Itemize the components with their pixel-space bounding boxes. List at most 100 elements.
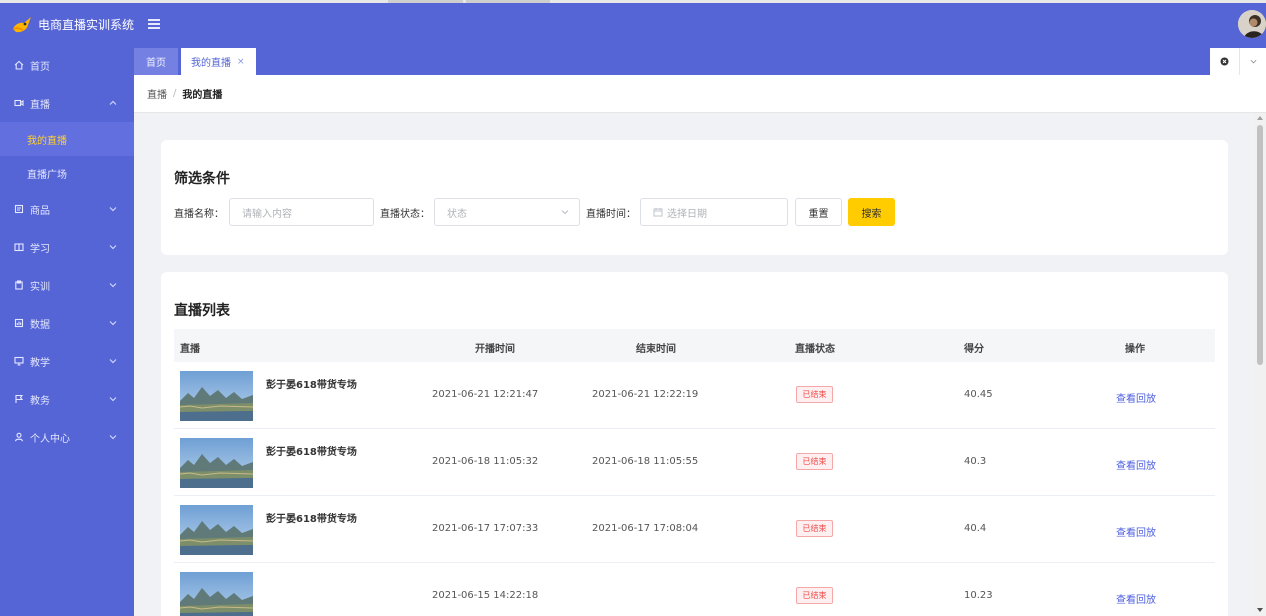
data-chart-icon (13, 317, 25, 329)
live-cover-image[interactable] (180, 371, 253, 421)
status-label: 直播状态： (380, 209, 430, 220)
breadcrumb-parent[interactable]: 直播 (147, 86, 167, 101)
sidebar-item-label: 实训 (30, 281, 50, 293)
tab-tools (1210, 48, 1266, 75)
app-logo-icon (12, 16, 31, 32)
logo-area[interactable]: 电商直播实训系统 (0, 3, 134, 46)
sidebar-item-goods[interactable]: 商品 (0, 190, 134, 228)
status-badge: 已结束 (796, 587, 833, 604)
live-cover-image[interactable] (180, 505, 253, 555)
chevron-down-icon (109, 205, 117, 213)
sidebar-item-label: 首页 (30, 61, 50, 73)
sidebar-item-home[interactable]: 首页 (0, 46, 134, 84)
chevron-up-icon (109, 99, 117, 107)
sidebar-item-label: 个人中心 (30, 433, 70, 445)
live-name-input[interactable]: 请输入内容 (229, 198, 374, 226)
monitor-icon (13, 355, 25, 367)
chevron-down-icon (109, 433, 117, 441)
sidebar-item-academic[interactable]: 教务 (0, 380, 134, 418)
status-badge: 已结束 (796, 520, 833, 537)
live-name: 彭于晏618带货专场 (266, 380, 357, 391)
score: 10.23 (964, 590, 993, 601)
live-cover-image[interactable] (180, 572, 253, 616)
col-action: 操作 (1125, 344, 1145, 355)
date-picker[interactable]: 选择日期 (640, 198, 788, 226)
scrollbar[interactable] (1254, 113, 1266, 616)
close-tabs-button[interactable] (1210, 48, 1240, 75)
score: 40.45 (964, 389, 993, 400)
book-icon (13, 241, 25, 253)
start-time: 2021-06-17 17:07:33 (432, 523, 539, 534)
close-circle-icon (1220, 57, 1229, 66)
sidebar-item-personal[interactable]: 个人中心 (0, 418, 134, 456)
tabs-bar: 首页 我的直播 × (134, 46, 1266, 75)
search-button[interactable]: 搜索 (848, 198, 895, 226)
sidebar-item-teaching[interactable]: 教学 (0, 342, 134, 380)
time-label: 直播时间： (586, 209, 636, 220)
view-replay-link[interactable]: 查看回放 (1116, 591, 1156, 606)
sidebar: 电商直播实训系统 首页 直播 我的直播 直播广场 商品 学习 实训 数据 教学 … (0, 3, 134, 616)
filter-title: 筛选条件 (174, 171, 230, 187)
breadcrumb-separator: / (173, 88, 177, 99)
sidebar-item-label: 数据 (30, 319, 50, 331)
live-name: 彭于晏618带货专场 (266, 447, 357, 458)
tab-my-live[interactable]: 我的直播 × (181, 48, 256, 75)
name-label: 直播名称： (174, 209, 224, 220)
start-time: 2021-06-21 12:21:47 (432, 389, 539, 400)
status-badge: 已结束 (796, 453, 833, 470)
chevron-down-icon (109, 243, 117, 251)
sidebar-item-study[interactable]: 学习 (0, 228, 134, 266)
col-status: 直播状态 (795, 344, 835, 355)
sidebar-item-live[interactable]: 直播 (0, 84, 134, 122)
start-time: 2021-06-18 11:05:32 (432, 456, 539, 467)
view-replay-link[interactable]: 查看回放 (1116, 524, 1156, 539)
tabs-dropdown-button[interactable] (1240, 48, 1266, 75)
list-title: 直播列表 (174, 303, 230, 319)
tab-home[interactable]: 首页 (134, 48, 178, 75)
breadcrumb-current: 我的直播 (182, 90, 223, 101)
score: 40.4 (964, 523, 987, 534)
col-score: 得分 (964, 344, 984, 355)
main-content: 筛选条件 直播名称： 请输入内容 直播状态： 状态 直播时间： 选择日期 重置 … (134, 113, 1254, 616)
live-name-placeholder: 请输入内容 (242, 208, 292, 220)
reset-button[interactable]: 重置 (795, 198, 842, 226)
sidebar-item-my-live[interactable]: 我的直播 (0, 122, 134, 156)
scroll-up-icon[interactable] (1257, 116, 1263, 120)
avatar[interactable] (1238, 10, 1266, 38)
clipboard-icon (13, 279, 25, 291)
col-start-time: 开播时间 (475, 344, 515, 355)
col-live: 直播 (180, 344, 200, 355)
menu-toggle-icon[interactable] (148, 19, 160, 29)
table-row: 彭于晏618带货专场 2021-06-21 12:21:47 2021-06-21 … (174, 362, 1215, 429)
table-row: 彭于晏618带货专场 2021-06-18 11:05:32 2021-06-18 … (174, 429, 1215, 496)
breadcrumb: 直播 / 我的直播 (134, 75, 1266, 113)
view-replay-link[interactable]: 查看回放 (1116, 457, 1156, 472)
chevron-down-icon (109, 395, 117, 403)
end-time: 2021-06-18 11:05:55 (592, 456, 699, 467)
top-header (134, 3, 1266, 46)
close-icon[interactable]: × (237, 57, 245, 67)
sidebar-item-training[interactable]: 实训 (0, 266, 134, 304)
live-cover-image[interactable] (180, 438, 253, 488)
table-header: 直播 开播时间 结束时间 直播状态 得分 操作 (174, 329, 1215, 362)
user-icon (13, 431, 25, 443)
status-select[interactable]: 状态 (434, 198, 580, 226)
start-time: 2021-06-15 14:22:18 (432, 590, 539, 601)
flag-icon (13, 393, 25, 405)
sidebar-item-label: 教务 (30, 395, 50, 407)
end-time: 2021-06-17 17:08:04 (592, 523, 699, 534)
score: 40.3 (964, 456, 987, 467)
scroll-down-icon[interactable] (1257, 608, 1263, 612)
table-row: 2021-06-15 14:22:18 已结束 10.23 查看回放 (174, 563, 1215, 616)
table-row: 彭于晏618带货专场 2021-06-17 17:07:33 2021-06-17 … (174, 496, 1215, 563)
view-replay-link[interactable]: 查看回放 (1116, 390, 1156, 405)
sidebar-item-live-square[interactable]: 直播广场 (0, 156, 134, 190)
chevron-down-icon (109, 357, 117, 365)
goods-icon (13, 203, 25, 215)
chevron-down-icon (561, 208, 569, 216)
home-icon (13, 59, 25, 71)
status-badge: 已结束 (796, 386, 833, 403)
sidebar-item-data[interactable]: 数据 (0, 304, 134, 342)
chevron-down-icon (109, 281, 117, 289)
scrollbar-thumb[interactable] (1257, 125, 1263, 365)
